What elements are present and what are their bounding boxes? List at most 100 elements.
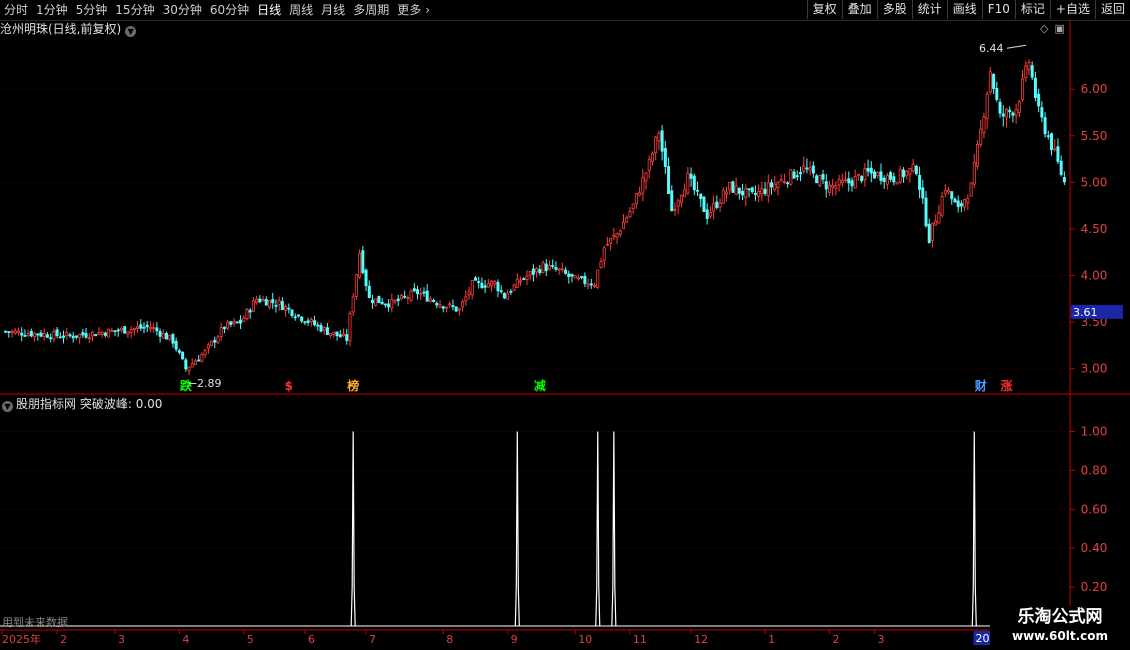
candle-body <box>860 175 864 182</box>
candle-body <box>750 187 754 193</box>
candle-body <box>551 265 555 267</box>
time-tick-label: 11 <box>633 633 647 646</box>
candle-body <box>863 168 867 181</box>
candle-body <box>87 337 91 340</box>
candle-body <box>52 330 56 340</box>
candle-body <box>432 299 436 302</box>
time-tick-label: 9 <box>511 633 518 646</box>
candle-body <box>425 290 429 302</box>
candle-body <box>399 294 403 300</box>
candle-body <box>544 263 548 271</box>
candle-body <box>779 179 783 182</box>
candle-body <box>676 200 680 207</box>
time-tick-label: 2025年 <box>2 632 41 646</box>
candle-body <box>293 316 297 319</box>
time-tick-label: 4 <box>182 633 189 646</box>
candle-body <box>461 301 465 308</box>
candle-body <box>222 326 226 329</box>
candle-body <box>760 188 764 195</box>
candle-body <box>657 132 661 142</box>
candle-body <box>419 292 423 296</box>
candle-body <box>673 208 677 211</box>
current-price-label: 3.61 <box>1073 306 1098 319</box>
candle-body <box>161 333 165 339</box>
candle-body <box>525 275 529 280</box>
time-tick-label: 2 <box>60 633 67 646</box>
candle-body <box>593 285 597 287</box>
candle-body <box>258 298 262 303</box>
candle-body <box>528 271 532 276</box>
candle-body <box>271 299 275 304</box>
time-tick-label: 7 <box>369 633 376 646</box>
candle-body <box>506 293 510 300</box>
watermark-logo: 乐淘公式网 www.60lt.com <box>990 606 1130 650</box>
candle-body <box>628 211 632 218</box>
candle-body <box>210 340 214 346</box>
candle-body <box>644 172 648 182</box>
time-tick-label: 1 <box>768 633 775 646</box>
candle-body <box>589 283 593 286</box>
time-tick-label: 12 <box>694 633 708 646</box>
candle-body <box>985 93 989 120</box>
candle-body <box>264 299 268 306</box>
candle-body <box>737 187 741 194</box>
candle-body <box>136 326 140 329</box>
candle-body <box>374 298 378 306</box>
candle-body <box>937 212 941 224</box>
candle-body <box>557 268 561 271</box>
candle-body <box>879 171 883 181</box>
candle-body <box>570 273 574 277</box>
price-tick-label: 5.00 <box>1081 175 1108 189</box>
candle-body <box>255 298 259 303</box>
candle-body <box>995 88 999 100</box>
candle-body <box>708 212 712 217</box>
candle-body <box>91 331 95 337</box>
candle-body <box>663 148 667 167</box>
candle-body <box>660 130 664 152</box>
candle-body <box>689 173 693 179</box>
candle-body <box>313 320 317 326</box>
chart-canvas[interactable]: 3.003.504.004.505.005.506.000.200.400.60… <box>0 0 1130 650</box>
candle-body <box>1024 65 1028 79</box>
candle-body <box>940 195 944 216</box>
time-tick-label: 8 <box>446 633 453 646</box>
candle-body <box>963 199 967 208</box>
candle-body <box>345 334 349 341</box>
candle-body <box>731 181 735 193</box>
candle-body <box>1017 100 1021 114</box>
candle-body <box>152 327 156 329</box>
time-tick-label: 6 <box>308 633 315 646</box>
candle-body <box>361 250 365 273</box>
candle-body <box>876 172 880 177</box>
candle-body <box>802 165 806 172</box>
candle-body <box>370 299 374 304</box>
candle-body <box>100 332 104 335</box>
candle-body <box>325 327 329 335</box>
candle-body <box>827 184 831 193</box>
event-marker: 财 <box>974 378 987 393</box>
candle-body <box>486 283 490 288</box>
candle-body <box>232 320 236 324</box>
candle-body <box>702 196 706 212</box>
candle-body <box>296 314 300 317</box>
candle-body <box>187 366 191 372</box>
candle-body <box>242 317 246 322</box>
candle-body <box>972 162 976 185</box>
candle-body <box>403 295 407 298</box>
candle-body <box>267 300 271 308</box>
candle-body <box>206 344 210 349</box>
candle-body <box>467 291 471 296</box>
candle-body <box>1046 135 1050 138</box>
candle-body <box>226 321 230 329</box>
candle-body <box>190 363 194 368</box>
candle-body <box>23 335 27 337</box>
candle-body <box>757 190 761 197</box>
candle-body <box>470 280 474 296</box>
candle-body <box>567 273 571 277</box>
candle-body <box>844 179 848 182</box>
candle-body <box>885 175 889 185</box>
signal-spike <box>971 431 977 627</box>
candle-body <box>992 74 996 89</box>
candle-body <box>119 328 123 331</box>
candle-body <box>763 188 767 194</box>
